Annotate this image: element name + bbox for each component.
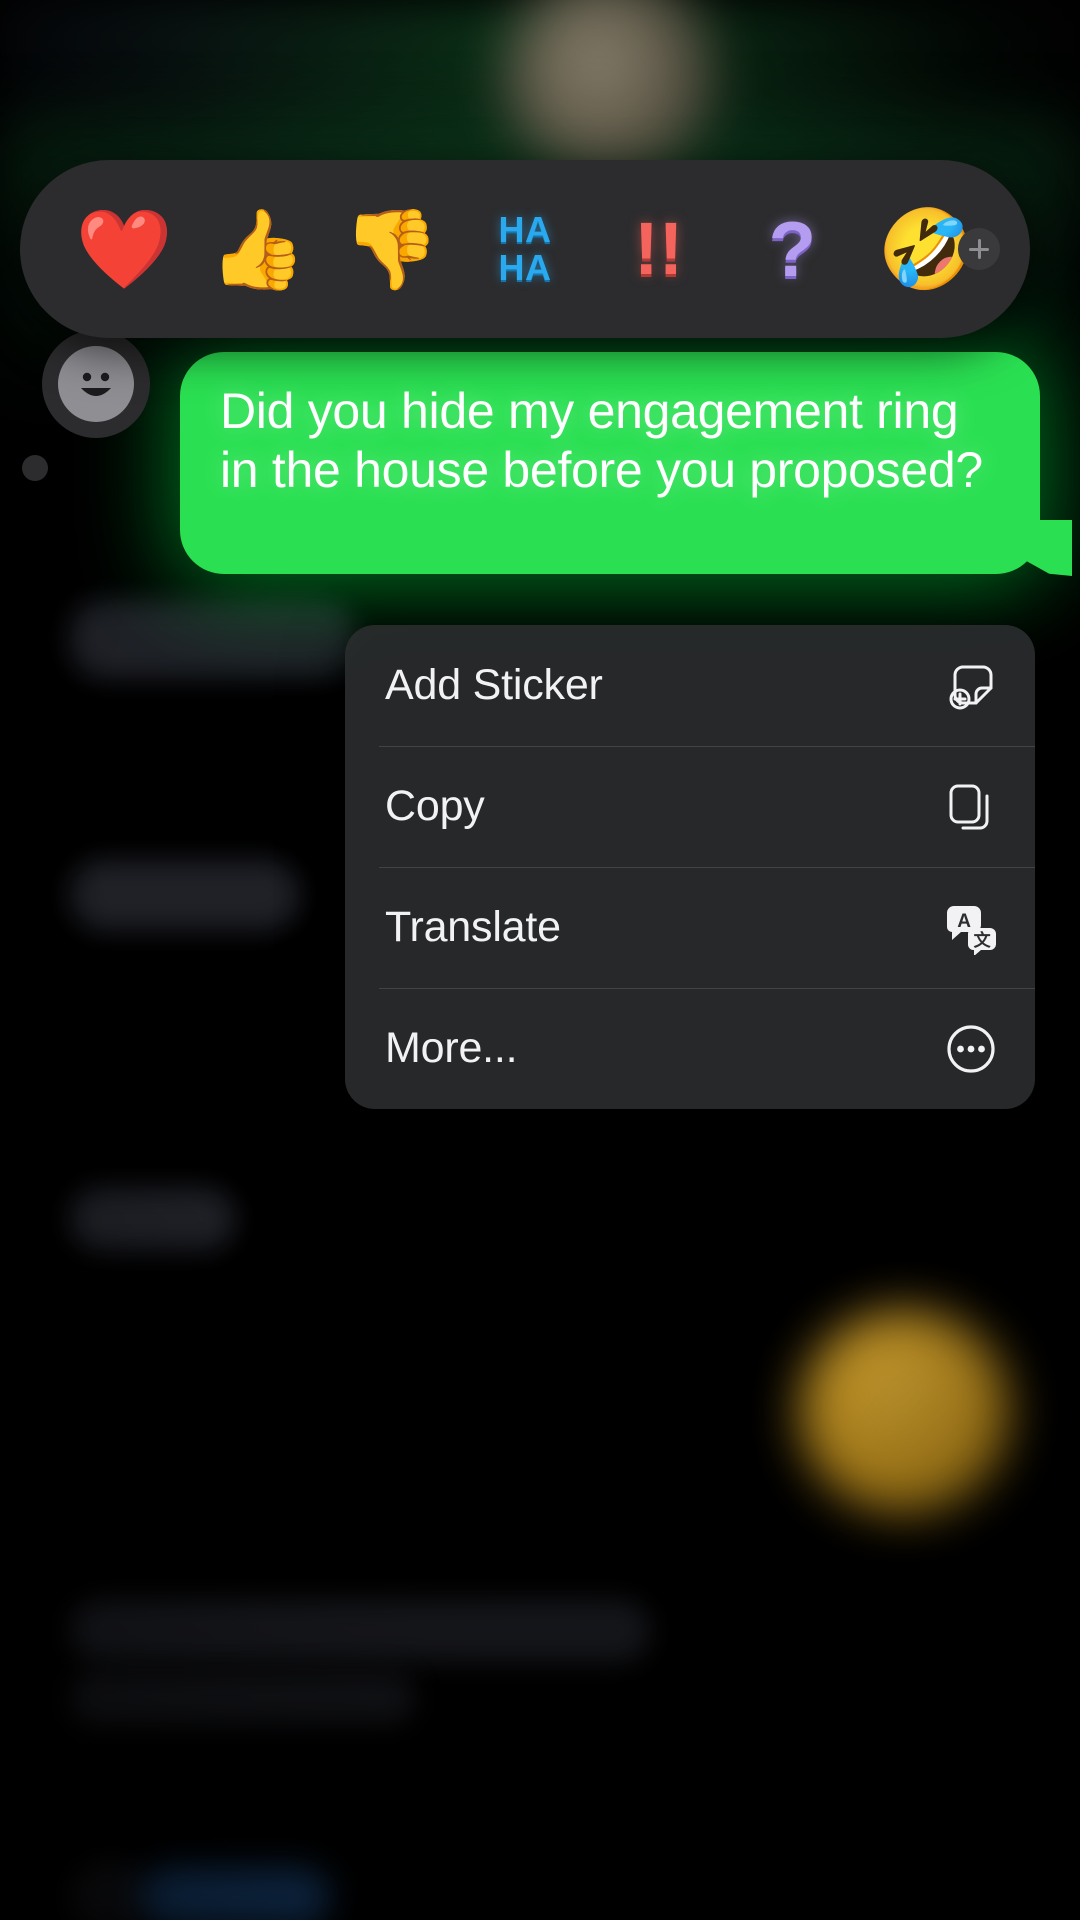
haha-icon: HA HA [498,209,552,288]
message-context-menu[interactable]: Add Sticker Copy Translate A 文 More... [345,625,1035,1109]
context-menu-label: Add Sticker [385,661,603,709]
ellipsis-circle-icon [941,1019,1001,1079]
context-menu-item-copy[interactable]: Copy [345,746,1035,867]
tapback-question[interactable]: ? [732,189,852,309]
add-reaction-button[interactable] [958,228,1000,270]
translate-icon: A 文 [941,898,1001,958]
question-mark-icon: ? [768,205,817,293]
selected-message-bubble[interactable]: Did you hide my engagement ring in the h… [180,352,1040,574]
tapback-haha[interactable]: HA HA [465,189,585,309]
tapback-heart[interactable]: ❤️ [64,189,184,309]
tapback-thumbs-up[interactable]: 👍 [198,189,318,309]
messages-conversation-screen: Did you hide my engagement ring in the h… [0,0,1080,1920]
exclamation-icon: !! [634,207,684,290]
sticker-icon [941,656,1001,716]
tapback-thumbs-down[interactable]: 👎 [331,189,451,309]
thumbs-down-icon: 👎 [342,205,440,293]
context-menu-item-translate[interactable]: Translate A 文 [345,867,1035,988]
smiley-face-icon [66,354,126,414]
context-menu-item-more[interactable]: More... [345,988,1035,1109]
emoji-picker-button[interactable] [58,346,134,422]
context-menu-label: Translate [385,903,561,951]
context-menu-label: Copy [385,782,485,830]
svg-text:文: 文 [974,930,992,950]
context-menu-label: More... [385,1024,518,1072]
tapback-reaction-bar[interactable]: ❤️ 👍 👎 HA HA !! ? 🤣 [20,160,1030,338]
svg-text:A: A [957,911,971,932]
tapback-exclamation[interactable]: !! [599,189,719,309]
heart-icon: ❤️ [75,205,173,293]
copy-icon [941,777,1001,837]
thumbs-up-icon: 👍 [209,205,307,293]
context-menu-item-add-sticker[interactable]: Add Sticker [345,625,1035,746]
tapback-tail-small [22,455,48,481]
